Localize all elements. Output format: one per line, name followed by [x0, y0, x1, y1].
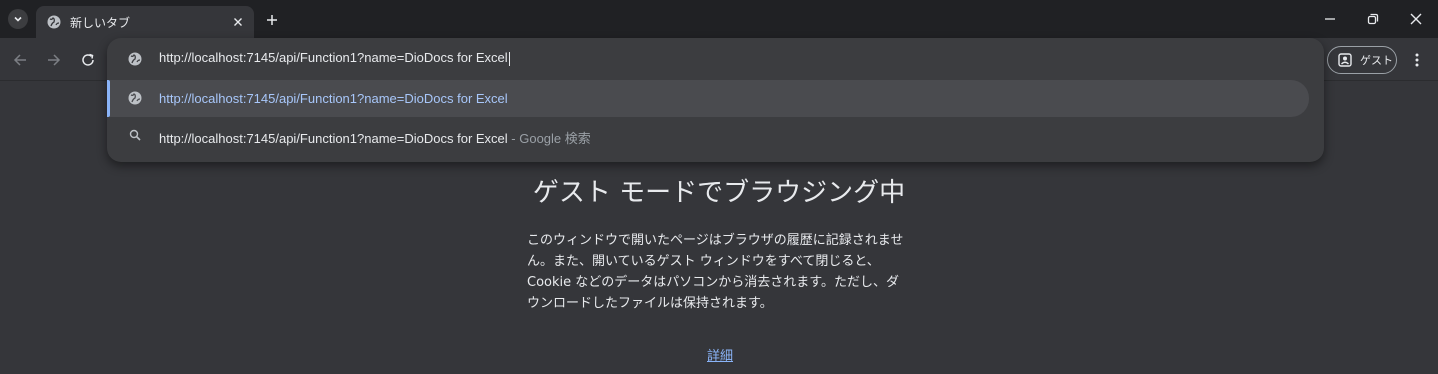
selection-indicator: [107, 80, 110, 117]
more-menu-button[interactable]: [1407, 50, 1427, 70]
guest-profile-button[interactable]: ゲスト: [1327, 46, 1397, 74]
back-button[interactable]: [10, 50, 30, 70]
forward-icon: [48, 54, 61, 66]
tab-search-button[interactable]: [8, 9, 28, 29]
profile-label: ゲスト: [1360, 55, 1393, 67]
chevron-down-icon: [14, 16, 22, 22]
address-input[interactable]: http://localhost:7145/api/Function1?name…: [159, 50, 510, 66]
suggestion-suffix: - Google 検索: [507, 131, 591, 146]
tab-new-tab[interactable]: 新しいタブ: [36, 6, 254, 38]
back-icon: [13, 54, 26, 66]
globe-icon: [127, 90, 143, 106]
more-menu-icon: [1415, 53, 1419, 67]
minimize-button[interactable]: [1319, 8, 1341, 30]
details-link[interactable]: 詳細: [707, 345, 733, 364]
close-window-button[interactable]: [1405, 8, 1427, 30]
new-tab-button[interactable]: [262, 10, 282, 30]
close-icon: [1410, 13, 1422, 25]
suggestion-url[interactable]: http://localhost:7145/api/Function1?name…: [107, 80, 1309, 117]
minimize-icon: [1325, 18, 1335, 20]
profile-icon: [1338, 53, 1352, 67]
suggestion-text: http://localhost:7145/api/Function1?name…: [159, 91, 508, 106]
suggestion-text: http://localhost:7145/api/Function1?name…: [159, 131, 591, 146]
suggestion-search[interactable]: http://localhost:7145/api/Function1?name…: [107, 117, 1309, 154]
forward-button[interactable]: [44, 50, 64, 70]
omnibox-dropdown: http://localhost:7145/api/Function1?name…: [107, 38, 1324, 162]
page-title: ゲスト モードでブラウジング中: [532, 178, 906, 208]
globe-icon: [127, 51, 143, 67]
tab-title: 新しいタブ: [70, 15, 131, 30]
reload-icon: [82, 53, 94, 66]
address-bar[interactable]: http://localhost:7145/api/Function1?name…: [107, 38, 1324, 80]
restore-button[interactable]: [1362, 8, 1384, 30]
plus-icon: [267, 15, 277, 25]
globe-icon: [46, 14, 62, 30]
tab-strip: 新しいタブ: [0, 0, 1438, 38]
guest-description: このウィンドウで開いたページはブラウザの履歴に記録されません。また、開いているゲ…: [527, 233, 904, 311]
reload-button[interactable]: [78, 50, 98, 70]
close-icon[interactable]: [230, 14, 246, 30]
search-icon: [127, 127, 143, 143]
restore-icon: [1367, 13, 1379, 25]
